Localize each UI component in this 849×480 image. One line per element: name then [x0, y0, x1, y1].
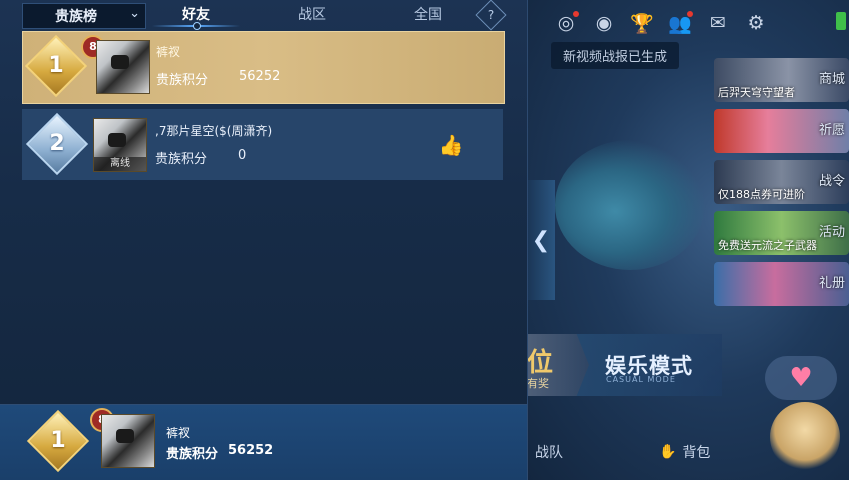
gear-icon[interactable]: ⚙ — [743, 10, 769, 36]
my-rank-row: 1 8 裤衩 贵族积分 56252 — [0, 405, 527, 480]
eye-icon[interactable]: ◉ — [591, 10, 617, 36]
board-type-label: 贵族榜 — [55, 9, 97, 25]
collapse-panel-button[interactable]: ❮ — [527, 180, 555, 300]
avatar[interactable] — [101, 414, 155, 468]
tile-caption: 仅188点券可进阶 — [718, 188, 805, 201]
whale-artwork — [555, 140, 705, 270]
ranked-mode-label: 位 — [527, 348, 554, 378]
tab-region[interactable]: 战区 — [298, 4, 326, 24]
tab-national[interactable]: 全国 — [414, 4, 442, 24]
tile-label: 战令 — [818, 174, 845, 189]
player-name: ,7那片星空($(周潇齐) — [155, 124, 273, 138]
score-value: 0 — [238, 148, 247, 163]
ranked-mode-button[interactable]: 位 有奖 — [527, 334, 589, 396]
score-value: 56252 — [228, 443, 274, 458]
rank-number: 1 — [48, 53, 64, 78]
side-tile-shop[interactable]: 后羿天穹守望者 商城 — [714, 58, 849, 102]
bag-button[interactable]: ✋ 背包 — [659, 442, 710, 462]
leaderboard-panel: 贵族榜 ⌄ 好友 战区 全国 ? 1 8 裤衩 贵族积分 56252 2 离线 — [0, 0, 528, 480]
trophy-icon[interactable]: 🏆 — [629, 10, 655, 36]
side-tile-giftbook[interactable]: 礼册 — [714, 262, 849, 306]
player-name: 裤衩 — [166, 426, 191, 440]
chevron-down-icon: ⌄ — [129, 6, 140, 21]
leaderboard-row[interactable]: 1 8 裤衩 贵族积分 56252 — [22, 31, 505, 104]
side-tile-battlepass[interactable]: 仅188点券可进阶 战令 — [714, 160, 849, 204]
tile-caption: 免费送元流之子武器 — [718, 239, 817, 252]
chevron-left-icon: ❮ — [531, 227, 551, 253]
score-value: 56252 — [239, 69, 281, 84]
side-tile-events[interactable]: 免费送元流之子武器 活动 — [714, 211, 849, 255]
rank-silver-icon: 2 — [28, 115, 86, 173]
score-label: 贵族积分 — [155, 152, 208, 167]
bag-icon: ✋ — [659, 444, 677, 460]
casual-mode-subtitle: CASUAL MODE — [606, 375, 676, 384]
tile-caption: 后羿天穹守望者 — [718, 86, 795, 99]
rank-number: 1 — [50, 428, 66, 453]
side-activity-panel: 后羿天穹守望者 商城 祈愿 仅188点券可进阶 战令 免费送元流之子武器 活动 … — [714, 58, 849, 313]
tab-friends[interactable]: 好友 — [182, 4, 210, 24]
team-button[interactable]: 战队 — [535, 442, 563, 462]
bottom-nav: 战队 ✋ 背包 — [527, 430, 849, 480]
wifi-icon — [836, 12, 846, 30]
tile-label: 商城 — [818, 72, 845, 87]
help-icon: ? — [487, 8, 495, 22]
player-name: 裤衩 — [156, 45, 181, 59]
side-tile-wish[interactable]: 祈愿 — [714, 109, 849, 153]
video-report-toast[interactable]: 新视频战报已生成 — [551, 42, 679, 69]
leaderboard-row[interactable]: 2 离线 ,7那片星空($(周潇齐) 贵族积分 0 — [22, 109, 503, 180]
score-label: 贵族积分 — [166, 447, 219, 462]
top-toolbar: ◎ ◉ 🏆 👥 ✉ ⚙ — [553, 10, 769, 36]
tile-label: 祈愿 — [818, 123, 845, 138]
board-type-select[interactable]: 贵族榜 ⌄ — [22, 3, 146, 29]
rank-number: 2 — [49, 131, 65, 156]
tile-label: 礼册 — [818, 276, 845, 291]
score-label: 贵族积分 — [156, 73, 209, 88]
like-thumbs-up-icon[interactable]: 👍 — [438, 133, 464, 159]
heart-button[interactable]: ♥ — [765, 356, 837, 400]
target-icon[interactable]: ◎ — [553, 10, 579, 36]
friends-icon[interactable]: 👥 — [667, 10, 693, 36]
ranked-mode-sub: 有奖 — [527, 377, 549, 390]
avatar[interactable] — [96, 40, 150, 94]
heart-icon: ♥ — [789, 363, 813, 393]
help-button[interactable]: ? — [475, 0, 507, 31]
rank-gold-icon: 1 — [29, 412, 87, 470]
mail-icon[interactable]: ✉ — [705, 10, 731, 36]
offline-status: 离线 — [94, 157, 146, 171]
active-tab-dot — [193, 22, 201, 30]
avatar[interactable]: 离线 — [93, 118, 147, 172]
leaderboard-tabbar: 贵族榜 ⌄ 好友 战区 全国 ? — [0, 0, 527, 31]
tile-label: 活动 — [818, 225, 845, 240]
rank-gold-icon: 1 — [27, 37, 85, 95]
bag-label: 背包 — [682, 445, 711, 461]
